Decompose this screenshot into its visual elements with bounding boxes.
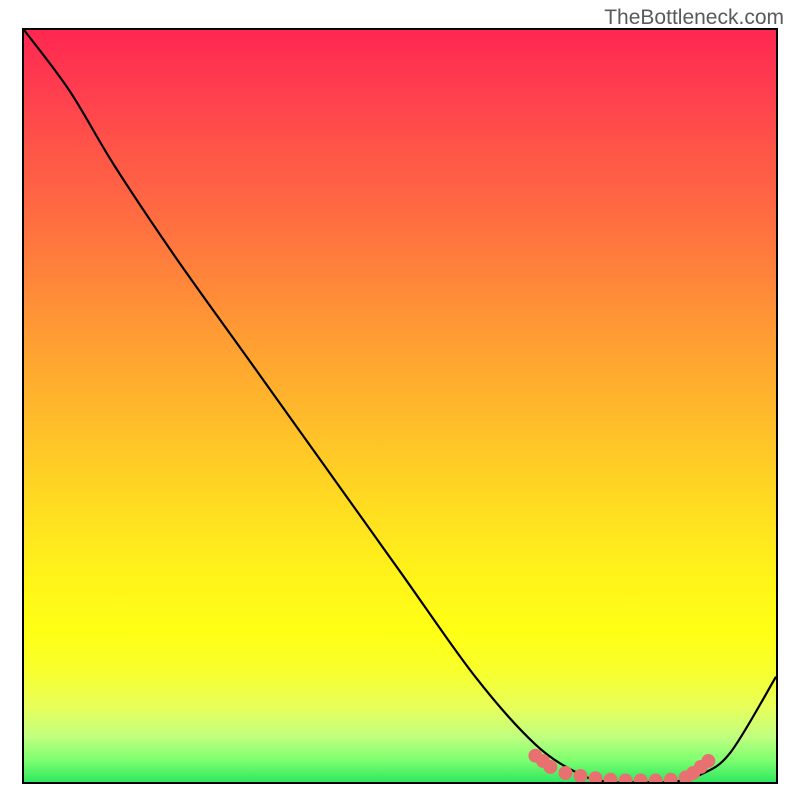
marker-point [619,774,633,782]
marker-point [589,771,603,782]
marker-point [558,766,572,780]
marker-point [649,774,663,782]
marker-point [664,773,678,782]
line-series-curve [24,30,776,782]
chart-svg [24,30,776,782]
scatter-series-markers [528,749,715,782]
marker-point [604,773,618,782]
marker-point [634,774,648,782]
marker-point [543,760,557,774]
marker-point [701,754,715,768]
chart-container [22,28,778,784]
watermark-text: TheBottleneck.com [604,6,784,30]
